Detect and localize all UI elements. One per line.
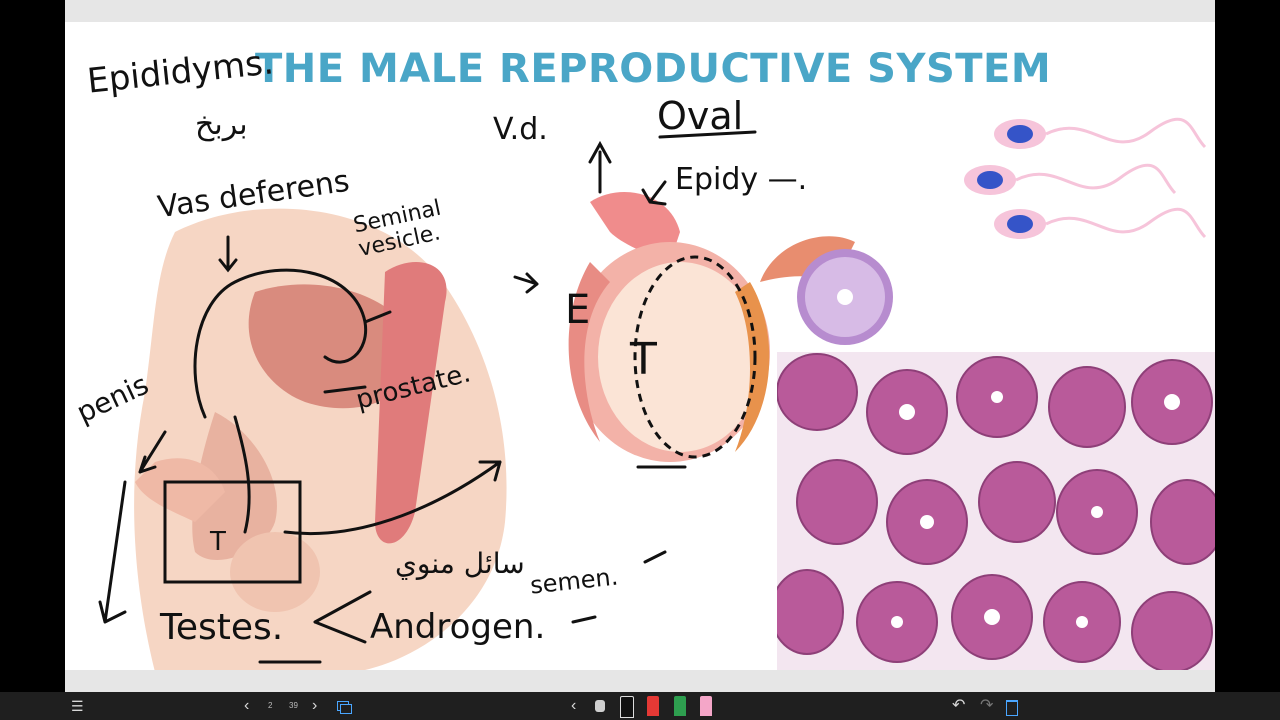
page-total: 39 — [289, 701, 298, 710]
label-androgen: Androgen. — [370, 607, 546, 647]
label-vd: V.d. — [493, 112, 548, 147]
slide-canvas[interactable]: THE MALE REPRODUCTIVE SYSTEM Epididyms. … — [65, 22, 1215, 670]
label-arabic-epididymis: بربخ — [195, 107, 248, 142]
tools-collapse-button[interactable]: ‹ — [571, 692, 576, 720]
undo-button[interactable]: ↶ — [952, 692, 965, 720]
pen-green-icon[interactable] — [674, 696, 686, 716]
label-t-small: T — [210, 527, 226, 557]
page-current: 2 — [268, 701, 273, 710]
pen-black-icon[interactable] — [620, 696, 634, 718]
next-page-button[interactable]: › — [312, 692, 317, 720]
pen-red-icon[interactable] — [647, 696, 659, 716]
label-testes: Testes. — [160, 607, 284, 648]
label-oval: Oval — [657, 94, 744, 138]
highlighter-pink-icon[interactable] — [700, 696, 712, 716]
redo-button[interactable]: ↷ — [980, 692, 993, 720]
label-t: T — [630, 334, 657, 385]
bottom-toolbar: ☰ ‹ 2 39 › ‹ ↶ ↷ — [0, 692, 1280, 720]
label-arabic-semen: سائل منوي — [395, 547, 525, 580]
menu-icon[interactable]: ☰ — [71, 692, 84, 720]
prev-page-button[interactable]: ‹ — [244, 692, 249, 720]
top-margin — [65, 0, 1215, 22]
bottom-margin — [65, 670, 1215, 692]
label-e: E — [565, 287, 591, 333]
label-epidy: Epidy —. — [675, 162, 808, 197]
